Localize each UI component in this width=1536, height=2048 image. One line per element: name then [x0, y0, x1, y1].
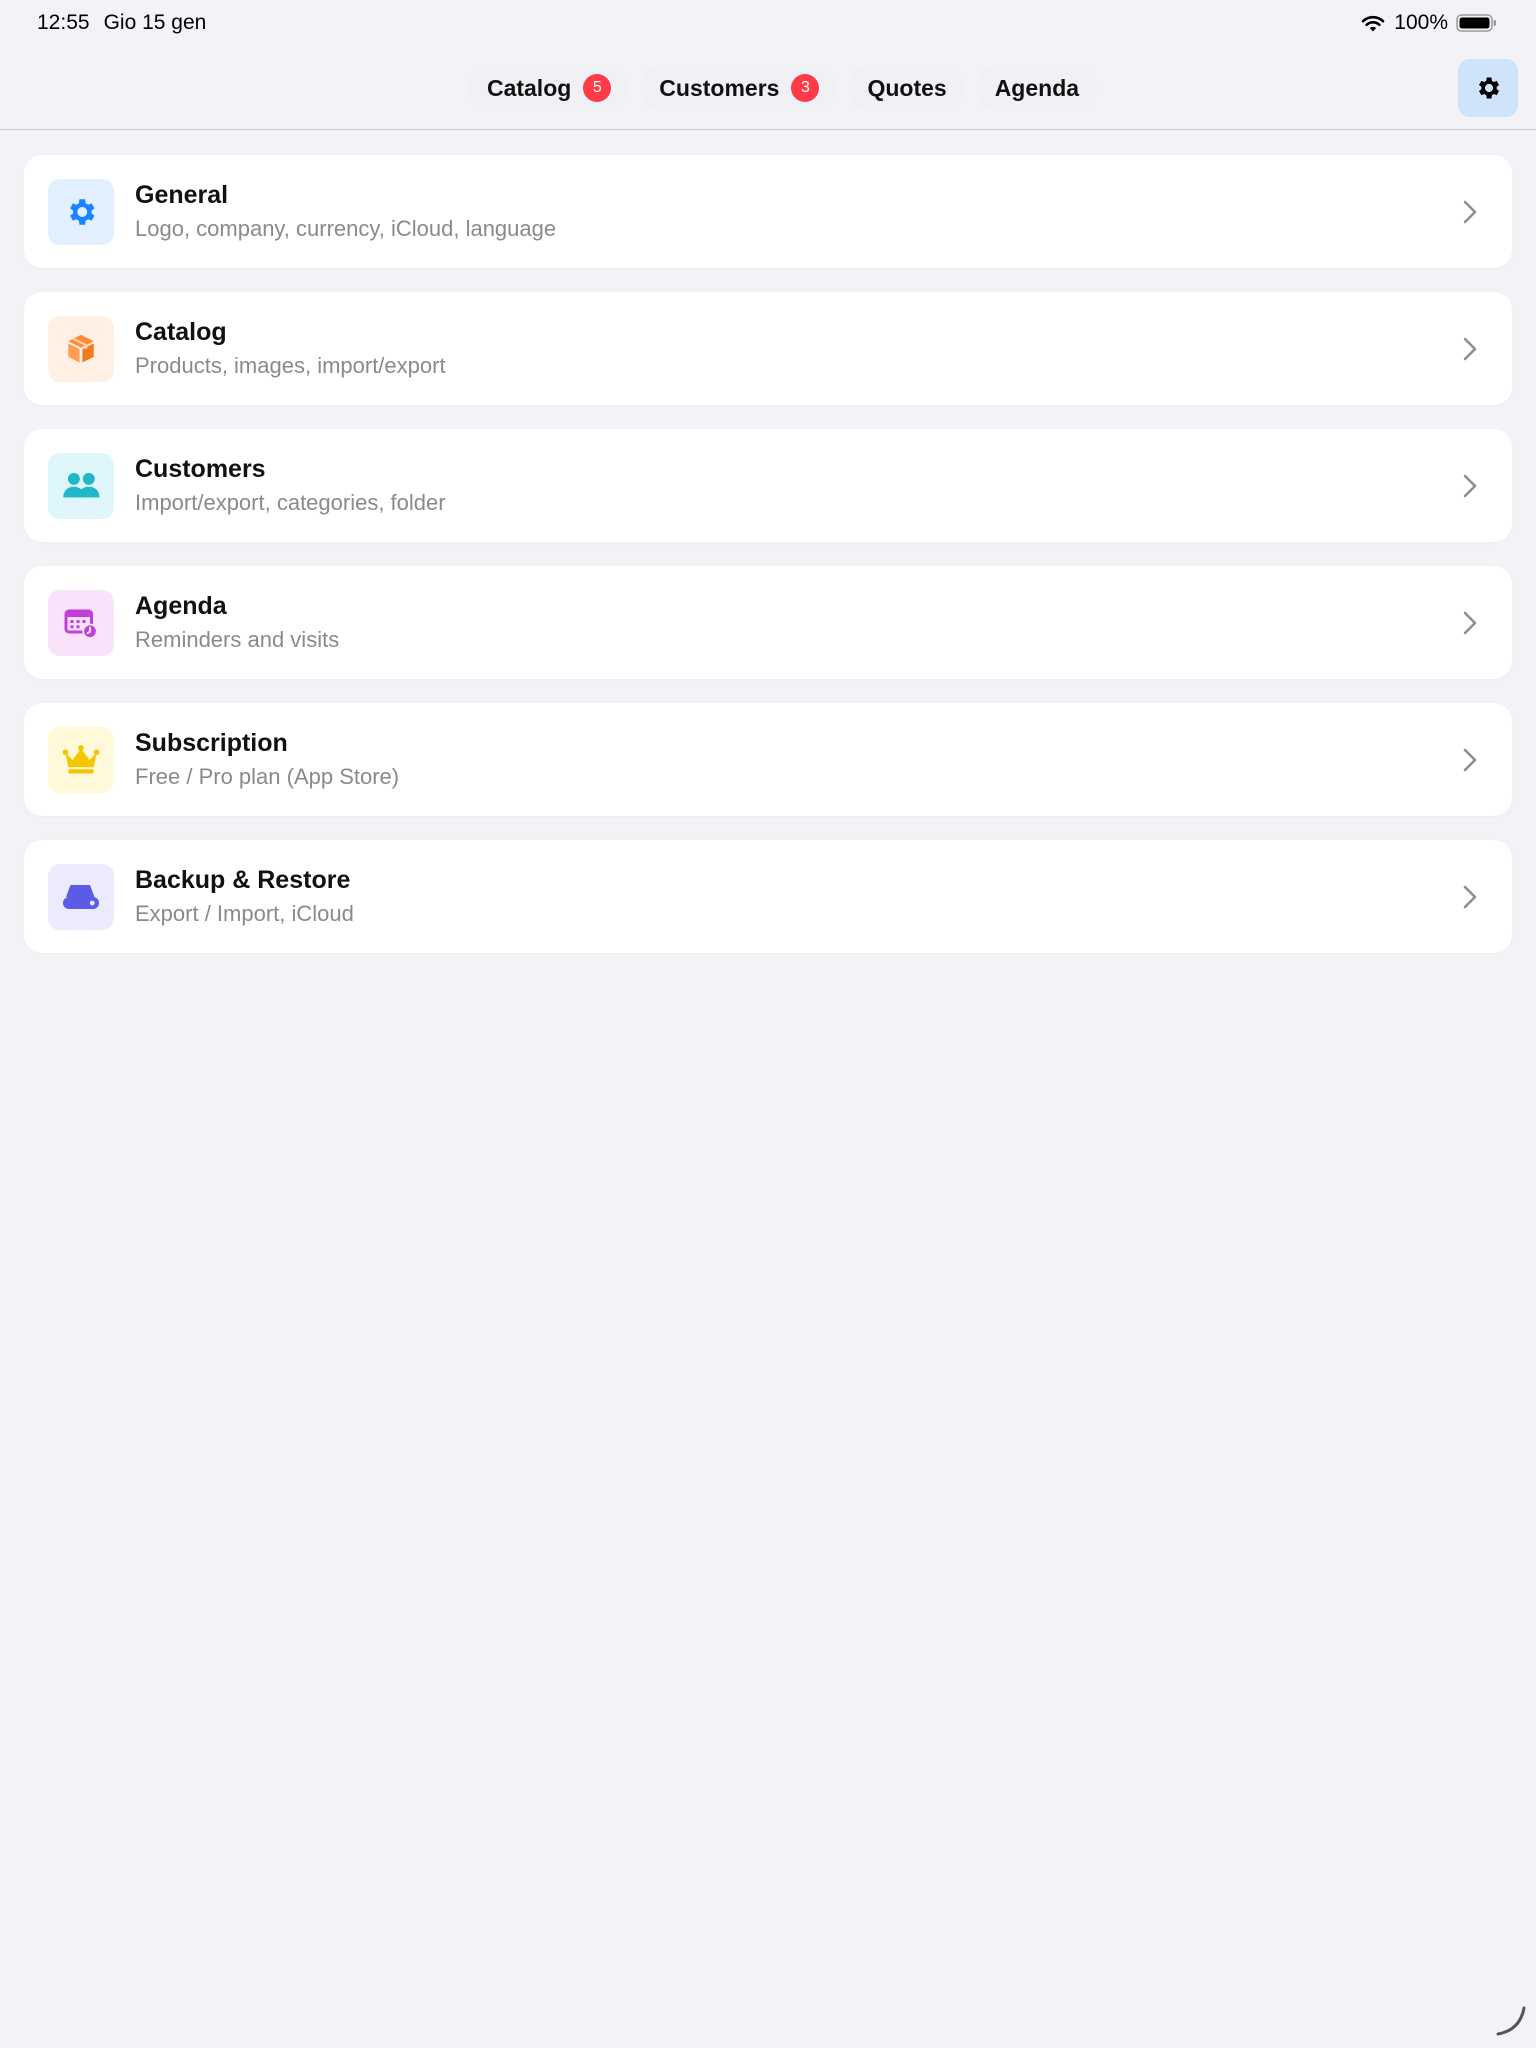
settings-row-backup-restore[interactable]: Backup & Restore Export / Import, iCloud: [24, 840, 1512, 953]
settings-row-agenda[interactable]: Agenda Reminders and visits: [24, 566, 1512, 679]
box-icon: [48, 315, 114, 382]
tab-label: Catalog: [486, 74, 572, 101]
calendar-clock-icon: [48, 589, 114, 656]
gear-icon: [1479, 77, 1500, 99]
chevron-right-icon: [1463, 748, 1477, 771]
chevron-right-icon: [1463, 611, 1477, 634]
status-date: Gio 15 gen: [103, 11, 207, 34]
chevron-right-icon: [1463, 337, 1477, 360]
battery-icon: [1456, 13, 1498, 33]
settings-list: General Logo, company, currency, iCloud,…: [24, 155, 1512, 953]
settings-row-customers[interactable]: Customers Import/export, categories, fol…: [24, 429, 1512, 542]
crown-icon: [48, 726, 114, 793]
settings-row-catalog[interactable]: Catalog Products, images, import/export: [24, 292, 1512, 405]
row-title: Subscription: [135, 729, 288, 757]
row-title: Catalog: [135, 318, 227, 346]
status-time: 12:55: [37, 11, 90, 34]
row-title: Customers: [135, 455, 266, 483]
settings-row-general[interactable]: General Logo, company, currency, iCloud,…: [24, 155, 1512, 268]
row-subtitle: Products, images, import/export: [135, 353, 446, 378]
tab-catalog[interactable]: Catalog 5: [468, 64, 630, 112]
chevron-right-icon: [1463, 474, 1477, 497]
tab-badge: 5: [583, 74, 612, 102]
tab-label: Customers: [659, 74, 780, 101]
tab-label: Agenda: [994, 74, 1080, 101]
wifi-icon: [1360, 13, 1386, 33]
chevron-right-icon: [1463, 200, 1477, 223]
row-title: Backup & Restore: [135, 866, 351, 894]
chevron-right-icon: [1463, 885, 1477, 908]
nav-bar: Catalog 5 Customers 3 Quotes Agenda: [0, 48, 1536, 130]
tab-badge: 3: [791, 74, 820, 102]
tab-customers[interactable]: Customers 3: [641, 64, 838, 112]
row-subtitle: Free / Pro plan (App Store): [135, 764, 400, 789]
tab-quotes[interactable]: Quotes: [849, 64, 965, 112]
tab-label: Quotes: [867, 74, 947, 101]
row-subtitle: Import/export, categories, folder: [135, 490, 446, 515]
row-subtitle: Export / Import, iCloud: [135, 901, 354, 926]
tab-bar: Catalog 5 Customers 3 Quotes Agenda: [0, 64, 1536, 112]
row-title: Agenda: [135, 592, 227, 620]
row-title: General: [135, 181, 229, 209]
status-bar: 12:55 Gio 15 gen 100%: [0, 0, 1536, 48]
battery-percent: 100%: [1394, 11, 1448, 34]
resize-corner-icon: [1496, 2006, 1526, 2036]
tab-agenda[interactable]: Agenda: [976, 64, 1098, 112]
settings-button[interactable]: [1458, 59, 1518, 117]
settings-row-subscription[interactable]: Subscription Free / Pro plan (App Store): [24, 703, 1512, 816]
gear-icon: [48, 178, 114, 245]
drive-icon: [48, 863, 114, 930]
row-subtitle: Logo, company, currency, iCloud, languag…: [135, 216, 557, 241]
people-icon: [48, 452, 114, 519]
row-subtitle: Reminders and visits: [135, 627, 340, 652]
